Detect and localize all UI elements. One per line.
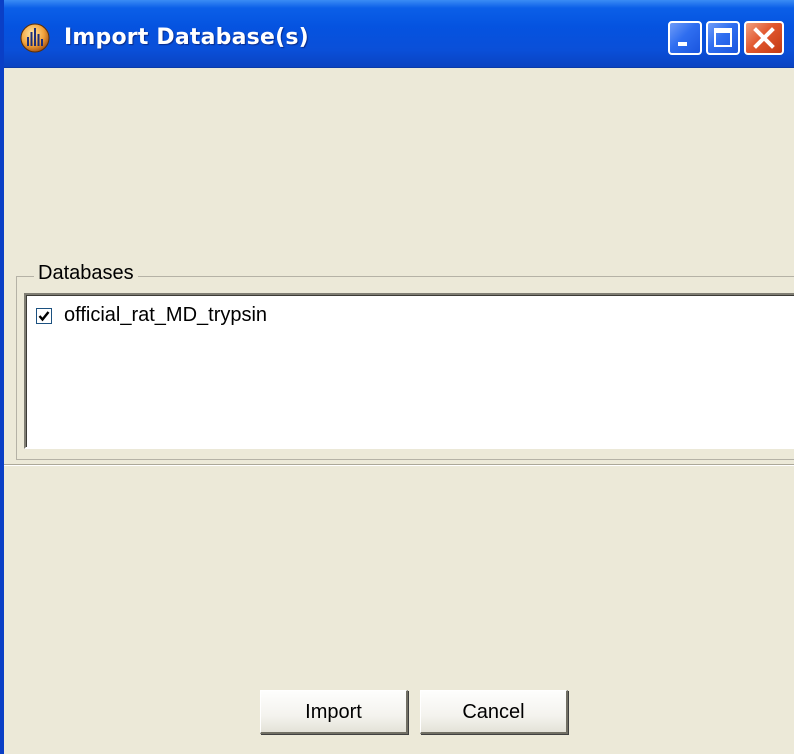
- close-icon: [753, 27, 775, 49]
- maximize-icon: [714, 28, 732, 47]
- cancel-button[interactable]: Cancel: [420, 690, 568, 734]
- spectrum-app-icon: [20, 23, 50, 53]
- title-bar[interactable]: Import Database(s): [4, 0, 794, 68]
- separator-line: [4, 464, 794, 466]
- database-checkbox[interactable]: [36, 308, 52, 324]
- checkmark-icon: [38, 311, 50, 322]
- database-label: official_rat_MD_trypsin: [64, 304, 268, 326]
- databases-list[interactable]: official_rat_MD_trypsin: [24, 293, 794, 449]
- import-databases-dialog: Import Database(s) Databases official_ra…: [0, 0, 794, 754]
- import-button[interactable]: Import: [260, 690, 408, 734]
- minimize-button[interactable]: [668, 21, 702, 55]
- minimize-icon: [678, 42, 687, 46]
- maximize-button[interactable]: [706, 21, 740, 55]
- close-button[interactable]: [744, 21, 784, 55]
- window-title: Import Database(s): [64, 25, 309, 50]
- databases-group-label: Databases: [34, 262, 138, 284]
